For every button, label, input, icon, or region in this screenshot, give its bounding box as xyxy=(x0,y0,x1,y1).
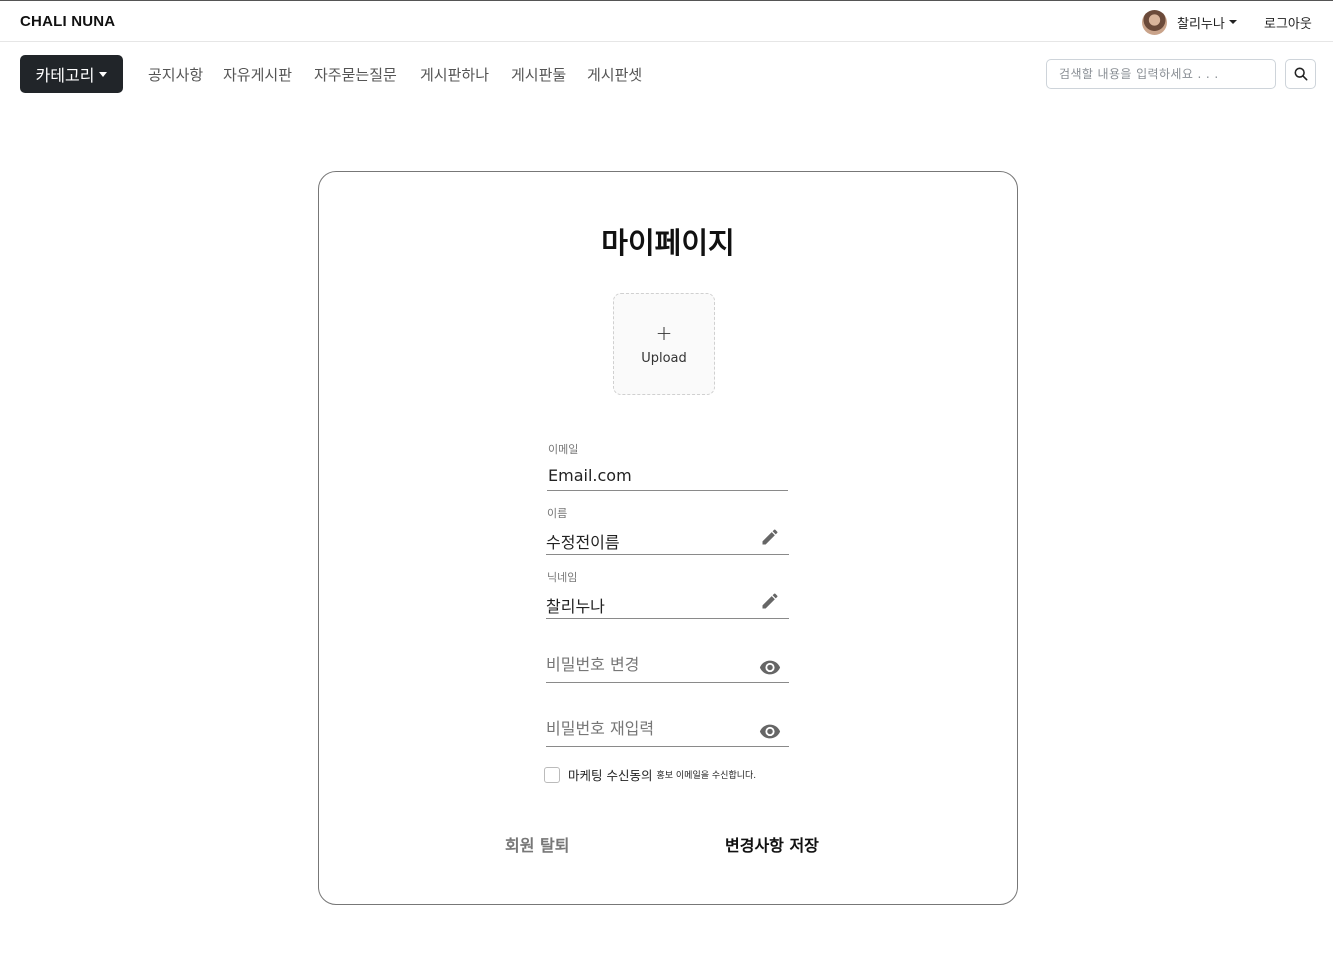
category-dropdown-button[interactable]: 카테고리 xyxy=(20,55,123,93)
name-value[interactable]: 수정전이름 xyxy=(546,529,746,553)
avatar xyxy=(1142,9,1167,35)
user-menu[interactable]: 찰리누나 xyxy=(1142,9,1237,35)
page-title: 마이페이지 xyxy=(601,226,735,260)
search-input[interactable] xyxy=(1046,59,1276,89)
password-input[interactable] xyxy=(546,655,746,674)
nav-link-board-one[interactable]: 게시판하나 xyxy=(420,64,489,85)
chevron-down-icon xyxy=(99,71,108,77)
nav-link-board-two[interactable]: 게시판둘 xyxy=(511,64,566,85)
profile-upload-button[interactable]: + Upload xyxy=(613,293,715,395)
marketing-consent-checkbox[interactable] xyxy=(544,766,560,783)
logout-link[interactable]: 로그아웃 xyxy=(1264,13,1312,32)
user-name: 찰리누나 xyxy=(1177,16,1225,32)
search-icon xyxy=(1294,67,1307,81)
category-label: 카테고리 xyxy=(35,66,95,85)
email-label: 이메일 xyxy=(548,443,579,456)
withdraw-button[interactable]: 회원 탈퇴 xyxy=(505,832,569,856)
consent-note: 홍보 이메일을 수신합니다. xyxy=(656,771,757,781)
top-bar: CHALI NUNA 찰리누나 로그아웃 xyxy=(0,0,1333,42)
name-field[interactable]: 이름 수정전이름 xyxy=(546,505,789,555)
password-field xyxy=(546,633,789,683)
nav-link-board-three[interactable]: 게시판셋 xyxy=(587,64,642,85)
password-confirm-input[interactable] xyxy=(546,719,746,738)
nav-link-notice[interactable]: 공지사항 xyxy=(148,64,203,85)
nickname-label: 닉네임 xyxy=(547,571,578,584)
nav-link-faq[interactable]: 자주묻는질문 xyxy=(314,64,397,85)
marketing-consent: 마케팅 수신동의 홍보 이메일을 수신합니다. xyxy=(544,765,756,784)
save-changes-button[interactable]: 변경사항 저장 xyxy=(725,832,819,856)
eye-icon[interactable] xyxy=(759,720,781,742)
consent-label: 마케팅 수신동의 xyxy=(568,768,653,783)
nickname-value[interactable]: 찰리누나 xyxy=(546,593,746,617)
pencil-icon[interactable] xyxy=(759,590,781,612)
upload-label: Upload xyxy=(641,350,687,366)
nickname-field[interactable]: 닉네임 찰리누나 xyxy=(546,569,789,619)
password-confirm-field xyxy=(546,697,789,747)
name-label: 이름 xyxy=(547,507,568,520)
chevron-down-icon xyxy=(1228,20,1237,24)
email-field: 이메일 Email.com xyxy=(547,441,788,491)
email-value: Email.com xyxy=(548,466,632,485)
eye-icon[interactable] xyxy=(759,656,781,678)
pencil-icon[interactable] xyxy=(759,526,781,548)
plus-icon: + xyxy=(655,320,673,345)
search-button[interactable] xyxy=(1285,59,1316,89)
mypage-card: 마이페이지 + Upload 이메일 Email.com 이름 수정전이름 닉네… xyxy=(318,171,1018,905)
nav-link-free-board[interactable]: 자유게시판 xyxy=(223,64,292,85)
brand-logo[interactable]: CHALI NUNA xyxy=(20,13,115,30)
